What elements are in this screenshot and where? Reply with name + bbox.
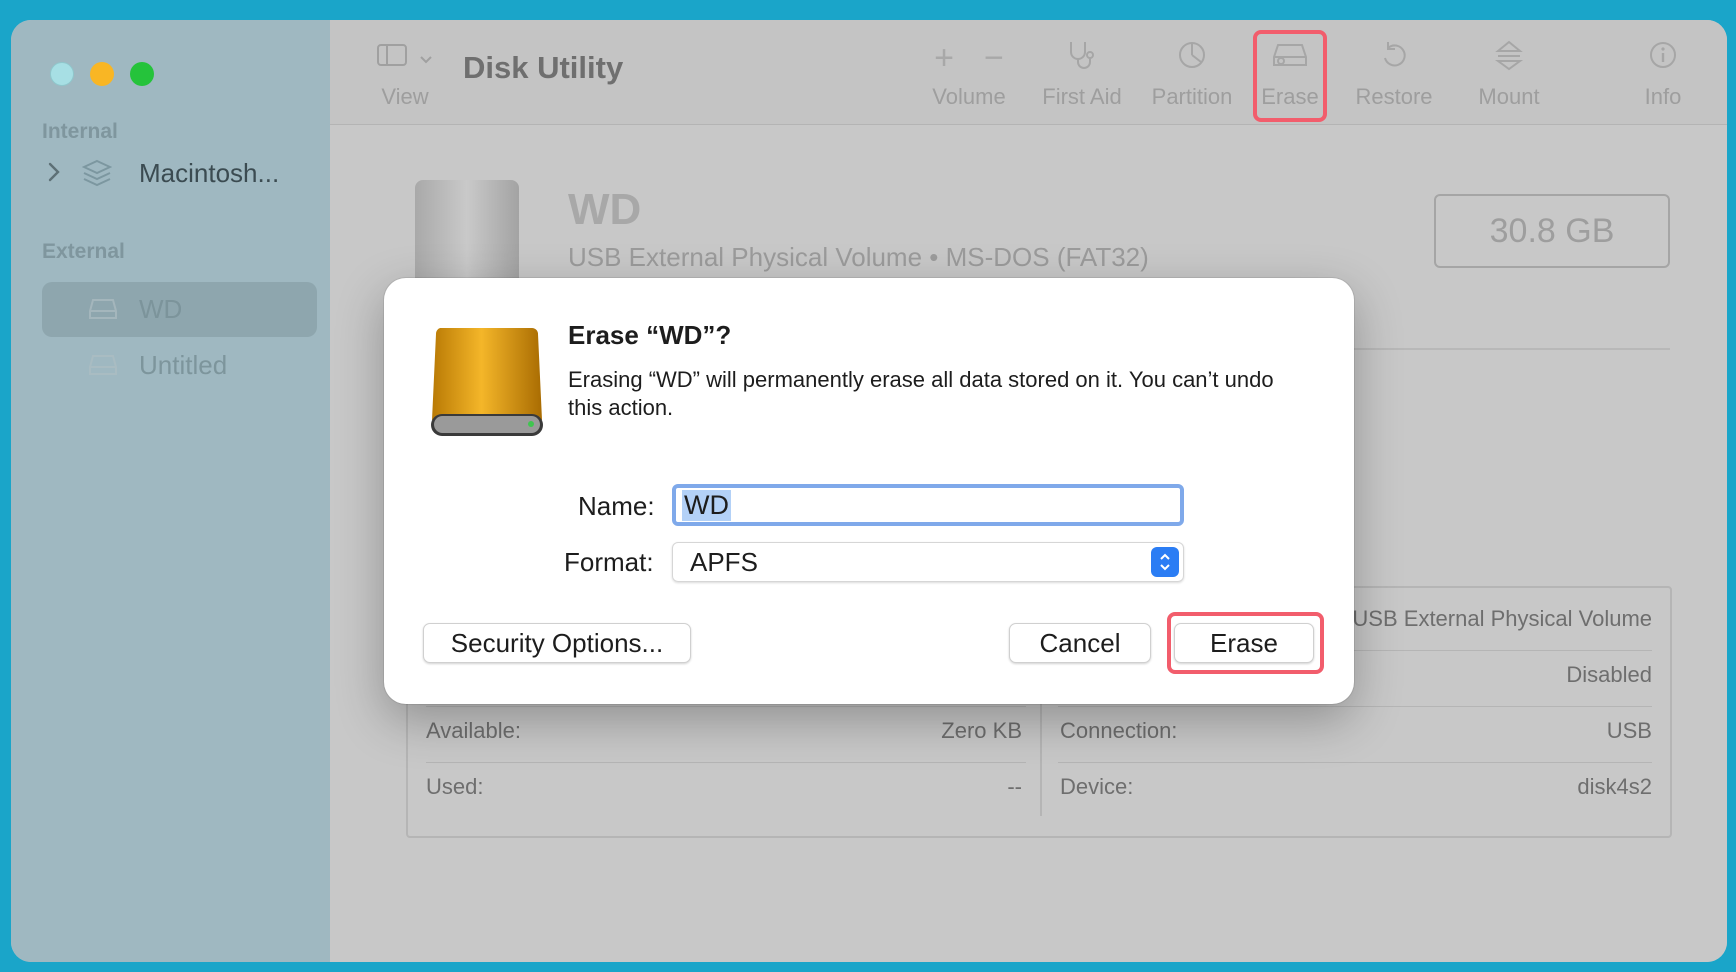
layers-icon — [81, 158, 113, 193]
info-label: Info — [1644, 84, 1682, 109]
updown-chevron-icon — [1151, 547, 1179, 577]
sidebar: Internal Macintosh... External WD Untitl… — [11, 20, 330, 962]
sidebar-item-label: Macintosh... — [139, 158, 280, 188]
drive-icon — [88, 353, 118, 382]
mount-icon — [1494, 39, 1524, 77]
row-divider — [426, 762, 1026, 763]
first-aid-button[interactable]: First Aid — [1030, 38, 1134, 110]
restore-button[interactable]: Restore — [1354, 38, 1434, 110]
divider — [1330, 348, 1670, 350]
connection-value: USB — [1606, 718, 1652, 743]
erase-button-highlight — [1167, 612, 1324, 674]
maximize-window-button[interactable] — [130, 62, 154, 86]
external-drive-icon — [428, 324, 546, 447]
sidebar-item-label: Untitled — [139, 350, 228, 380]
sidebar-item-label: WD — [139, 294, 183, 324]
owners-value: Disabled — [1566, 662, 1652, 687]
first-aid-label: First Aid — [1042, 84, 1122, 109]
app-title: Disk Utility — [463, 50, 624, 85]
row-divider — [1058, 762, 1652, 763]
row-divider — [1058, 706, 1652, 707]
row-divider — [426, 706, 1026, 707]
dialog-title: Erase “WD”? — [568, 320, 732, 350]
view-label: View — [381, 84, 429, 109]
chevron-down-icon — [419, 45, 433, 71]
erase-dialog: Erase “WD”? Erasing “WD” will permanentl… — [384, 278, 1354, 704]
sidebar-item-macintosh[interactable]: Macintosh... — [42, 146, 317, 201]
chevron-right-icon[interactable] — [46, 162, 62, 187]
type-value: USB External Physical Volume — [1352, 606, 1652, 631]
name-input-value: WD — [682, 489, 731, 521]
minus-icon[interactable]: − — [984, 39, 1004, 78]
used-value: -- — [1007, 774, 1022, 799]
used-label: Used: — [426, 774, 484, 799]
partition-label: Partition — [1151, 84, 1233, 109]
restore-arrow-icon — [1380, 40, 1408, 76]
volume-name: WD — [568, 185, 642, 234]
format-label: Format: — [564, 547, 654, 577]
available-value: Zero KB — [941, 718, 1022, 743]
close-window-button[interactable] — [50, 62, 74, 86]
format-select-value: APFS — [690, 546, 758, 577]
toolbar: View Disk Utility + − Volume First Aid P… — [330, 20, 1727, 125]
stethoscope-icon — [1065, 38, 1099, 78]
volume-label: Volume — [932, 84, 1006, 109]
drive-icon — [88, 297, 118, 326]
partition-button[interactable]: Partition — [1146, 38, 1238, 110]
erase-toolbar-highlight — [1253, 30, 1327, 122]
minimize-window-button[interactable] — [90, 62, 114, 86]
connection-label: Connection: — [1060, 718, 1178, 743]
sidebar-section-internal: Internal — [42, 120, 118, 143]
mount-label: Mount — [1478, 84, 1540, 109]
format-select[interactable]: APFS — [672, 542, 1184, 582]
plus-icon[interactable]: + — [934, 39, 954, 78]
security-options-button[interactable]: Security Options... — [423, 623, 691, 663]
device-value: disk4s2 — [1577, 774, 1652, 799]
name-label: Name: — [578, 491, 655, 521]
cancel-button[interactable]: Cancel — [1009, 623, 1151, 663]
restore-label: Restore — [1355, 84, 1433, 109]
dialog-message: Erasing “WD” will permanently erase all … — [568, 367, 1274, 420]
sidebar-section-external: External — [42, 240, 125, 263]
sidebar-item-untitled[interactable]: Untitled — [42, 338, 317, 393]
name-input[interactable]: WD — [672, 484, 1184, 526]
available-label: Available: — [426, 718, 521, 743]
sidebar-item-wd[interactable]: WD — [42, 282, 317, 337]
volume-size: 30.8 GB — [1434, 194, 1670, 268]
device-label: Device: — [1060, 774, 1134, 799]
view-button[interactable]: View — [370, 38, 440, 110]
volume-subtitle: USB External Physical Volume • MS-DOS (F… — [568, 242, 1149, 272]
info-icon — [1648, 40, 1678, 76]
pie-chart-icon — [1177, 40, 1207, 76]
mount-button[interactable]: Mount — [1474, 38, 1544, 110]
sidebar-toggle-icon — [377, 43, 407, 73]
info-button[interactable]: Info — [1638, 38, 1688, 110]
volume-button[interactable]: + − Volume — [914, 38, 1024, 110]
